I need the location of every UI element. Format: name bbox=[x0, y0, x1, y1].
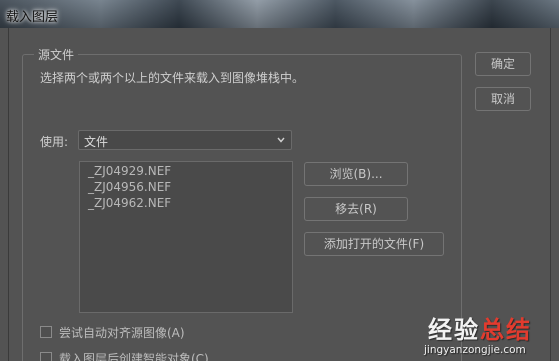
use-select[interactable]: 文件 bbox=[78, 130, 292, 150]
use-label: 使用: bbox=[40, 135, 69, 149]
list-item[interactable]: _ZJ04956.NEF bbox=[88, 180, 171, 194]
window-title: 载入图层 bbox=[6, 10, 59, 25]
watermark-url: jingyanzongjie.com bbox=[424, 344, 526, 356]
smart-object-checkbox[interactable] bbox=[40, 352, 52, 361]
watermark-text-accent: 总结 bbox=[480, 316, 532, 344]
watermark-title: 经验总结 bbox=[428, 310, 532, 345]
ok-button[interactable]: 确定 bbox=[475, 52, 531, 76]
watermark: 经验总结 jingyanzongjie.com bbox=[424, 310, 559, 361]
remove-button[interactable]: 移去(R) bbox=[304, 197, 408, 221]
file-list[interactable]: _ZJ04929.NEF _ZJ04956.NEF _ZJ04962.NEF bbox=[79, 161, 293, 313]
title-bar-shade bbox=[0, 0, 559, 28]
auto-align-checkbox[interactable] bbox=[40, 326, 52, 338]
auto-align-label: 尝试自动对齐源图像(A) bbox=[59, 326, 185, 340]
browse-button[interactable]: 浏览(B)... bbox=[304, 162, 408, 186]
use-select-value: 文件 bbox=[84, 135, 109, 149]
chevron-down-icon bbox=[275, 132, 287, 148]
source-description: 选择两个或两个以上的文件来载入到图像堆栈中。 bbox=[40, 71, 305, 85]
add-open-files-button[interactable]: 添加打开的文件(F) bbox=[304, 232, 444, 256]
source-files-group-title: 源文件 bbox=[34, 46, 79, 63]
list-item[interactable]: _ZJ04929.NEF bbox=[88, 164, 171, 178]
cancel-button[interactable]: 取消 bbox=[475, 87, 531, 111]
list-item[interactable]: _ZJ04962.NEF bbox=[88, 196, 171, 210]
watermark-text-main: 经验 bbox=[428, 316, 480, 344]
smart-object-label: 载入图层后创建智能对象(C) bbox=[59, 352, 209, 361]
